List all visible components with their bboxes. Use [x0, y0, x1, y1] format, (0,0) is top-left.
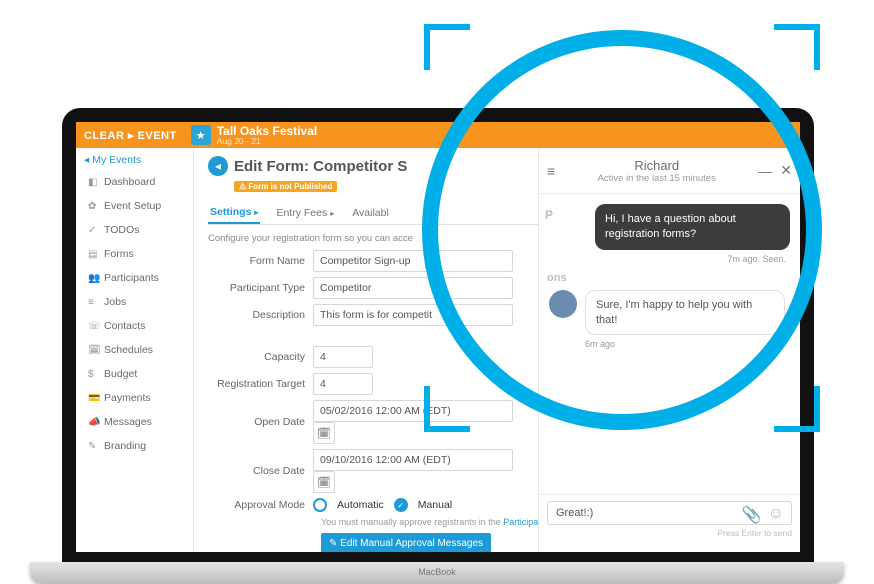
bracket-icon — [424, 386, 470, 432]
page-title: Edit Form: Competitor S — [234, 158, 407, 175]
input-capacity[interactable] — [313, 346, 373, 368]
chat-msg-in-meta: 6m ago — [585, 339, 790, 349]
dashboard-icon: ◧ — [88, 177, 98, 188]
star-icon[interactable]: ★ — [191, 125, 211, 145]
sidebar-item-budget[interactable]: $Budget — [76, 362, 193, 386]
main-content: ◂ Edit Form: Competitor S ⚠ Form is not … — [194, 148, 800, 552]
label-reg-target: Registration Target — [208, 378, 313, 390]
input-description[interactable] — [313, 304, 513, 326]
partial-text-p: P — [545, 208, 553, 222]
bracket-icon — [774, 24, 820, 70]
radio-manual[interactable] — [394, 498, 408, 512]
minimize-icon[interactable]: — — [758, 163, 772, 179]
radio-automatic-label: Automatic — [337, 499, 384, 511]
label-open-date: Open Date — [208, 416, 313, 428]
sidebar-item-schedules[interactable]: 🗓Schedules — [76, 338, 193, 362]
laptop-base: MacBook — [30, 562, 844, 584]
tab-settings[interactable]: Settings▸ — [208, 202, 260, 224]
tab-entry-fees[interactable]: Entry Fees▸ — [274, 202, 336, 224]
back-button[interactable]: ◂ — [208, 156, 228, 176]
schedules-icon: 🗓 — [88, 345, 98, 356]
event-block[interactable]: Tall Oaks Festival Aug 20 - 21 — [217, 125, 318, 146]
input-reg-target[interactable] — [313, 373, 373, 395]
chat-status: Active in the last 15 minutes — [555, 173, 758, 184]
sidebar-item-event-setup[interactable]: ✿Event Setup — [76, 194, 193, 218]
calendar-icon[interactable]: 🗓 — [313, 471, 335, 493]
sidebar-item-jobs[interactable]: ≡Jobs — [76, 290, 193, 314]
chat-panel: ≡ Richard Active in the last 15 minutes … — [538, 148, 800, 552]
screen: CLEAR ▸ EVENT ★ Tall Oaks Festival Aug 2… — [76, 122, 800, 552]
calendar-icon[interactable]: 🗓 — [313, 422, 335, 444]
input-open-date[interactable] — [313, 400, 513, 422]
budget-icon: $ — [88, 369, 98, 380]
sidebar-item-dashboard[interactable]: ◧Dashboard — [76, 170, 193, 194]
event-dates: Aug 20 - 21 — [217, 137, 318, 146]
chat-msg-in: Sure, I'm happy to help you with that! — [585, 290, 785, 336]
setup-icon: ✿ — [88, 201, 98, 212]
topbar: CLEAR ▸ EVENT ★ Tall Oaks Festival Aug 2… — [76, 122, 800, 148]
sidebar-item-branding[interactable]: ✎Branding — [76, 434, 193, 458]
emoji-icon[interactable]: ☺ — [768, 505, 784, 525]
chat-msg-out: Hi, I have a question about registration… — [595, 204, 790, 250]
label-close-date: Close Date — [208, 465, 313, 477]
todos-icon: ✓ — [88, 225, 98, 236]
chat-msg-out-meta: 7m ago. Seen. — [549, 254, 786, 264]
label-form-name: Form Name — [208, 255, 313, 267]
chat-hint: Press Enter to send — [547, 528, 792, 538]
sidebar-item-forms[interactable]: ▤Forms — [76, 242, 193, 266]
tab-availability[interactable]: Availabl — [350, 202, 391, 224]
sidebar-item-participants[interactable]: 👥Participants — [76, 266, 193, 290]
forms-icon: ▤ — [88, 249, 98, 260]
bracket-icon — [424, 24, 470, 70]
sidebar-item-todos[interactable]: ✓TODOs — [76, 218, 193, 242]
edit-approval-messages-button[interactable]: ✎ Edit Manual Approval Messages — [321, 533, 491, 552]
hamburger-icon[interactable]: ≡ — [547, 163, 555, 179]
sidebar: ◂ My Events ◧Dashboard ✿Event Setup ✓TOD… — [76, 148, 194, 552]
back-to-events[interactable]: ◂ My Events — [76, 148, 193, 170]
input-participant-type[interactable] — [313, 277, 513, 299]
participants-icon: 👥 — [88, 273, 98, 284]
partial-text-ons: ons — [547, 272, 790, 284]
sidebar-item-messages[interactable]: 📣Messages — [76, 410, 193, 434]
payments-icon: 💳 — [88, 393, 98, 404]
radio-manual-label: Manual — [418, 499, 452, 511]
avatar — [549, 290, 577, 318]
label-capacity: Capacity — [208, 351, 313, 363]
sidebar-item-contacts[interactable]: ☏Contacts — [76, 314, 193, 338]
close-icon[interactable]: ✕ — [780, 162, 792, 179]
contacts-icon: ☏ — [88, 321, 98, 332]
sidebar-item-payments[interactable]: 💳Payments — [76, 386, 193, 410]
label-participant-type: Participant Type — [208, 282, 313, 294]
chat-name: Richard — [555, 158, 758, 173]
label-description: Description — [208, 309, 313, 321]
attachment-icon[interactable]: 📎 — [742, 505, 762, 525]
event-title: Tall Oaks Festival — [217, 125, 318, 137]
bracket-icon — [774, 386, 820, 432]
input-form-name[interactable] — [313, 250, 513, 272]
app-logo: CLEAR ▸ EVENT — [84, 129, 177, 142]
messages-icon: 📣 — [88, 417, 98, 428]
input-close-date[interactable] — [313, 449, 513, 471]
label-approval-mode: Approval Mode — [208, 499, 313, 511]
radio-automatic[interactable] — [313, 498, 327, 512]
laptop-frame: CLEAR ▸ EVENT ★ Tall Oaks Festival Aug 2… — [62, 108, 814, 578]
publish-status-badge: ⚠ Form is not Published — [234, 181, 337, 192]
jobs-icon: ≡ — [88, 297, 98, 308]
branding-icon: ✎ — [88, 441, 98, 452]
